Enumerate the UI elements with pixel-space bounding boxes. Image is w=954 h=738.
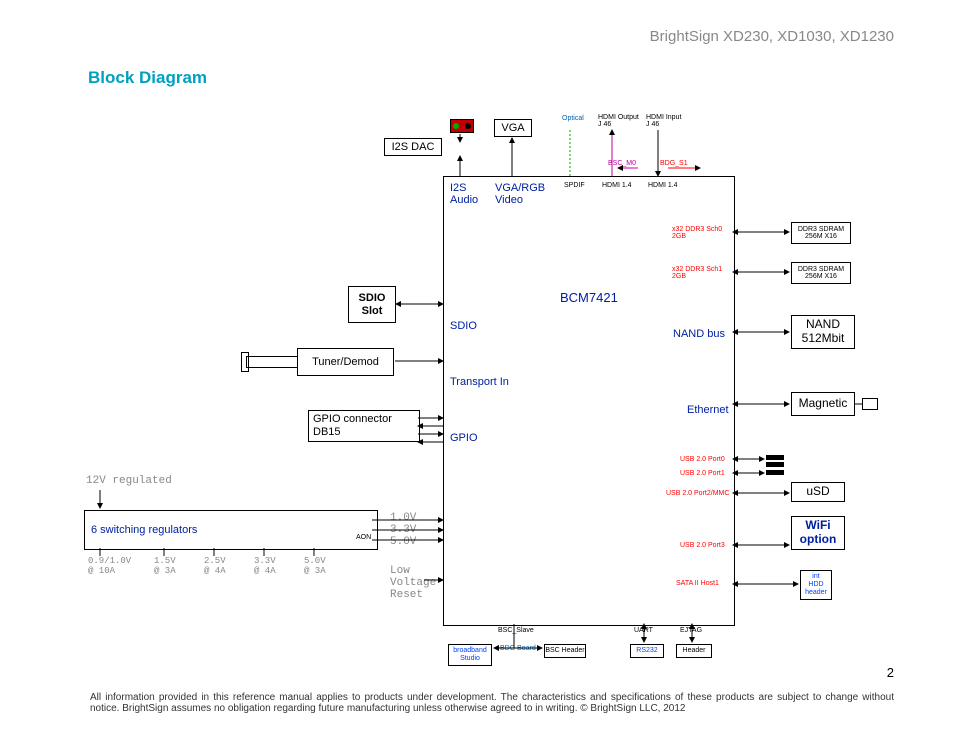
- page: BrightSign XD230, XD1030, XD1230 Block D…: [0, 0, 954, 738]
- wires: [0, 0, 954, 738]
- footer-text: All information provided in this referen…: [90, 692, 894, 714]
